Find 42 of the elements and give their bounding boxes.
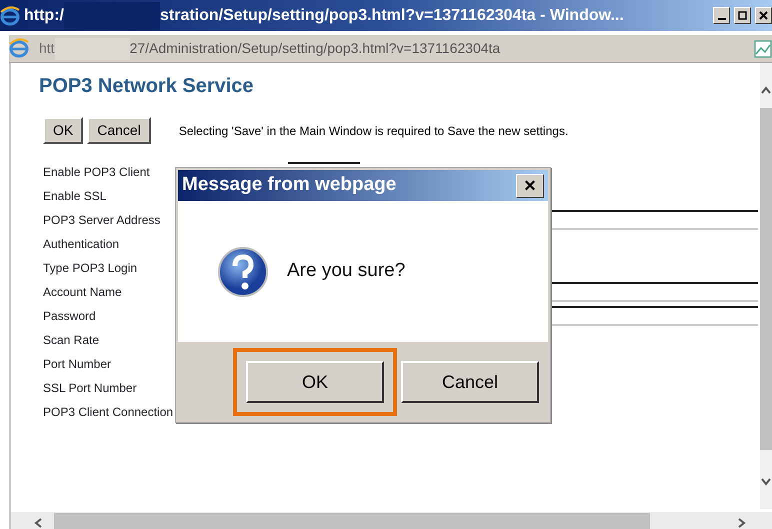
field-label: Enable POP3 Client	[43, 165, 150, 179]
browser-logo-icon	[9, 38, 31, 60]
field-label: Type POP3 Login	[43, 261, 138, 275]
close-icon	[759, 10, 768, 20]
scroll-right-icon	[737, 516, 747, 528]
field-label: Password	[43, 309, 96, 323]
maximize-icon	[738, 10, 747, 20]
notice-text: Selecting 'Save' in the Main Window is required to Save the new settings.	[178, 122, 568, 140]
dialog-message: Are you sure?	[287, 259, 406, 284]
minimize-button[interactable]	[713, 7, 730, 24]
close-button[interactable]	[755, 7, 772, 24]
browser-logo-icon	[0, 6, 20, 26]
field-label: Enable SSL	[43, 189, 106, 203]
scroll-down-icon	[760, 477, 772, 487]
page-button[interactable]: Cancel	[87, 117, 151, 144]
minimize-icon	[718, 18, 726, 20]
dialog-button[interactable]: Cancel	[401, 361, 539, 403]
field-label: POP3 Server Address	[43, 213, 160, 227]
url-text: htt	[39, 39, 55, 58]
field-label: POP3 Client Connection	[43, 405, 174, 419]
vertical-scrollbar[interactable]	[760, 63, 772, 509]
field-label: Port Number	[43, 357, 112, 371]
page-heading: POP3 Network Service	[39, 74, 254, 99]
maximize-button[interactable]	[734, 7, 751, 24]
question-icon	[217, 246, 269, 298]
scroll-thumb[interactable]	[54, 513, 650, 529]
field-label: Authentication	[43, 237, 120, 251]
window-title: http:/	[24, 6, 64, 26]
field-label: Account Name	[43, 285, 122, 299]
scroll-up-icon	[760, 85, 772, 95]
close-button[interactable]: ×	[516, 174, 544, 198]
field-label: Scan Rate	[43, 333, 100, 347]
dropdown-field[interactable]	[288, 162, 360, 165]
scroll-left-icon	[33, 516, 43, 528]
dialog-button[interactable]: OK	[246, 361, 384, 403]
scroll-thumb[interactable]	[760, 108, 772, 450]
page-button[interactable]: OK	[43, 117, 84, 144]
field-label: SSL Port Number	[43, 381, 137, 395]
window-title: stration/Setup/setting/pop3.html?v=1371162304ta - Window...	[160, 6, 625, 26]
horizontal-scrollbar[interactable]	[11, 512, 772, 529]
dialog-title: Message from webpage	[182, 173, 396, 198]
url-text: 27/Administration/Setup/setting/pop3.html?v=1371162304ta	[130, 39, 502, 58]
